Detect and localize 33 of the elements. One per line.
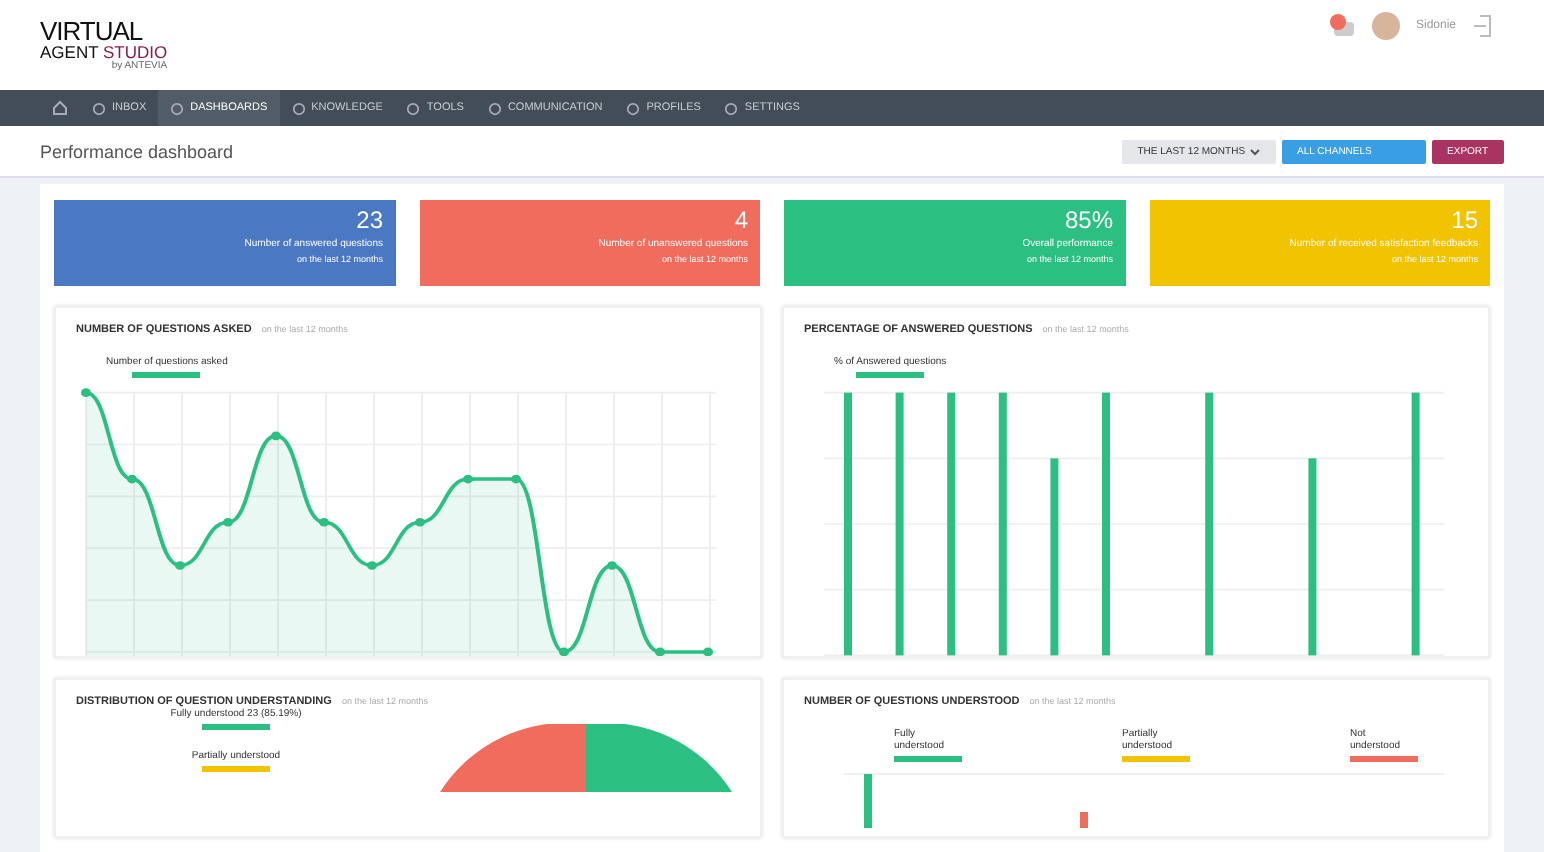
- chart-point: [175, 561, 185, 570]
- chart-point: [703, 647, 713, 656]
- stat-value: 4: [734, 206, 748, 234]
- circle-icon: [92, 101, 106, 115]
- circle-icon: [170, 101, 185, 115]
- logout-icon[interactable]: [1472, 14, 1492, 38]
- chart-point: [607, 561, 617, 570]
- circle-icon: [724, 101, 739, 115]
- chart-point: [415, 517, 425, 527]
- caret-icon: [1249, 147, 1260, 155]
- chart-point: [271, 431, 281, 441]
- chart-point: [367, 561, 377, 570]
- chart-point: [223, 517, 233, 527]
- chart-point: [655, 647, 665, 656]
- circle-icon: [291, 101, 306, 115]
- chart-point: [81, 388, 91, 397]
- stat-value: 23: [356, 206, 383, 234]
- circle-icon: [626, 101, 641, 115]
- stat-value: 85%: [1064, 206, 1113, 234]
- circle-icon: [487, 101, 502, 115]
- circle-icon: [406, 101, 421, 115]
- chart-bar: [864, 774, 872, 828]
- notification-icon[interactable]: [1327, 14, 1356, 38]
- chart-point: [463, 474, 473, 484]
- page-title: Performance dashboard: [40, 141, 234, 161]
- chart-point: [511, 474, 521, 484]
- chart-point: [559, 647, 569, 656]
- avatar[interactable]: [1371, 12, 1400, 40]
- chart-point: [319, 517, 329, 527]
- home-icon: [52, 100, 68, 116]
- chart-point: [127, 474, 137, 484]
- chart-bar: [1080, 812, 1088, 828]
- stat-value: 15: [1451, 206, 1478, 234]
